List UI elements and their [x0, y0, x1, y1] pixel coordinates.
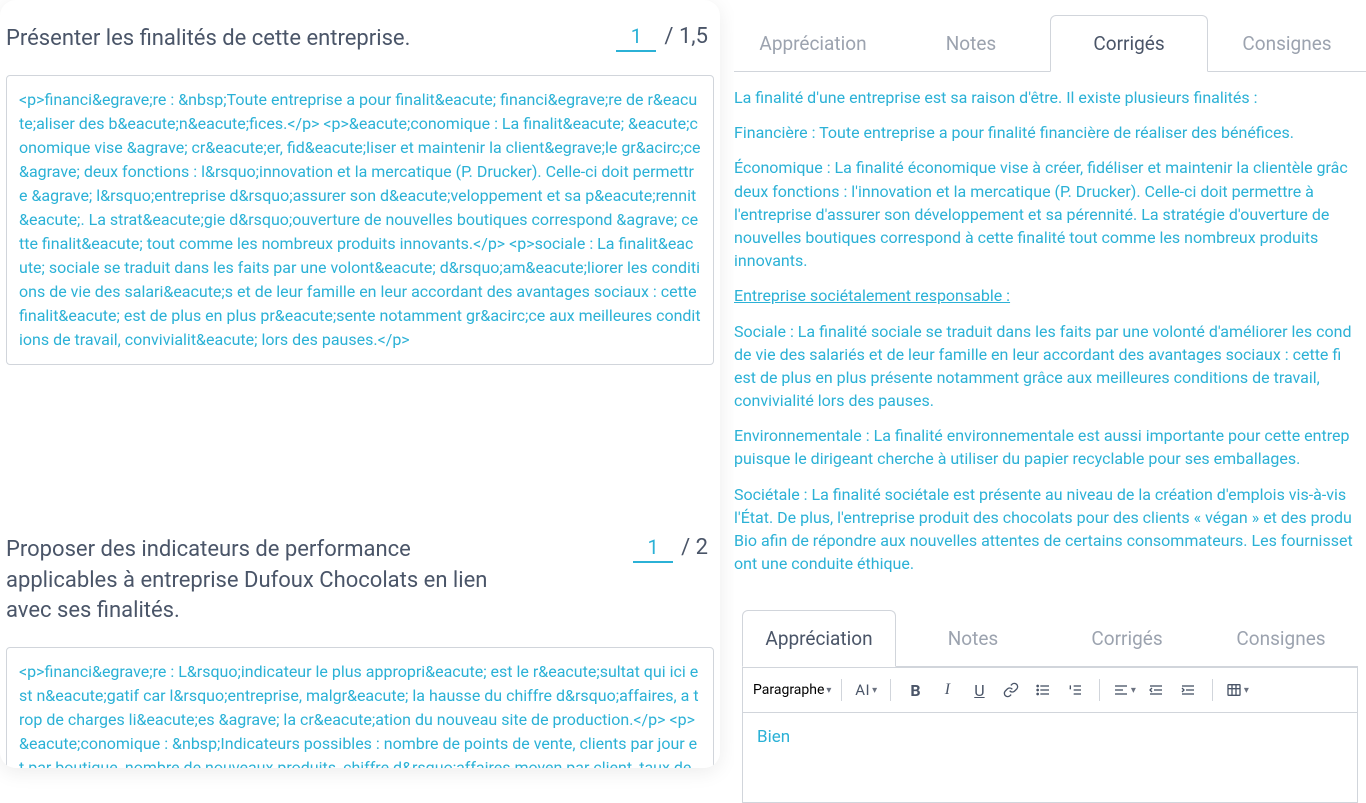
correction-p: Sociale : La finalité sociale se traduit…	[734, 320, 1366, 413]
correction-p: Sociétale : La finalité sociétale est pr…	[734, 483, 1366, 576]
question-block-2: Proposer des indicateurs de performance …	[4, 365, 716, 768]
list-ol-icon	[1067, 682, 1083, 698]
underline-button[interactable]: U	[965, 676, 993, 704]
appreciation-section: Appréciation Notes Corrigés Consignes Pa…	[734, 599, 1366, 803]
format-select[interactable]: Paragraphe ▾	[753, 682, 831, 698]
question-title: Présenter les finalités de cette entrepr…	[6, 24, 410, 55]
chevron-down-icon: ▾	[872, 685, 878, 696]
tab-corriges[interactable]: Corrigés	[1050, 610, 1204, 667]
align-button[interactable]: ▾	[1110, 676, 1138, 704]
grading-panel: Appréciation Notes Corrigés Consignes La…	[734, 0, 1366, 768]
correction-p: Entreprise sociétalement responsable :	[734, 284, 1366, 307]
correction-p: La finalité d'une entreprise est sa rais…	[734, 86, 1366, 109]
link-button[interactable]	[997, 676, 1025, 704]
divider	[841, 679, 842, 701]
indent-icon	[1180, 682, 1196, 698]
tab-notes[interactable]: Notes	[896, 610, 1050, 667]
correction-p: Environnementale : La finalité environne…	[734, 424, 1366, 470]
indent-button[interactable]	[1174, 676, 1202, 704]
score-max: / 1,5	[664, 24, 708, 49]
correction-content: La finalité d'une entreprise est sa rais…	[734, 72, 1366, 575]
chevron-down-icon: ▾	[826, 685, 831, 696]
tabs-bottom: Appréciation Notes Corrigés Consignes	[742, 609, 1358, 667]
tab-appreciation[interactable]: Appréciation	[742, 610, 896, 667]
outdent-icon	[1148, 682, 1164, 698]
correction-p: Financière : Toute entreprise a pour fin…	[734, 121, 1366, 144]
student-answers-panel: Présenter les finalités de cette entrepr…	[0, 0, 720, 768]
score-max: / 2	[681, 535, 708, 560]
table-icon	[1226, 682, 1242, 698]
question-title: Proposer des indicateurs de performance …	[6, 535, 526, 627]
bold-button[interactable]: B	[901, 676, 929, 704]
score-box: / 2	[633, 535, 708, 563]
italic-button[interactable]: I	[933, 676, 961, 704]
editor-toolbar: Paragraphe ▾ AI▾ B I U ▾	[742, 667, 1358, 713]
tab-notes[interactable]: Notes	[892, 15, 1050, 72]
question-block-1: Présenter les finalités de cette entrepr…	[4, 0, 716, 365]
ai-button[interactable]: AI▾	[852, 676, 880, 704]
score-box: / 1,5	[616, 24, 708, 52]
list-ul-icon	[1035, 682, 1051, 698]
correction-p: Économique : La finalité économique vise…	[734, 156, 1366, 272]
student-answer[interactable]: <p>financi&egrave;re : L&rsquo;indicateu…	[6, 647, 714, 768]
appreciation-editor[interactable]: Bien	[742, 713, 1358, 803]
score-input[interactable]	[616, 24, 656, 52]
chevron-down-icon: ▾	[1244, 685, 1249, 696]
bullet-list-button[interactable]	[1029, 676, 1057, 704]
tab-consignes[interactable]: Consignes	[1208, 15, 1366, 72]
question-header: Proposer des indicateurs de performance …	[4, 535, 716, 647]
tab-corriges[interactable]: Corrigés	[1050, 15, 1208, 72]
question-header: Présenter les finalités de cette entrepr…	[4, 24, 716, 75]
outdent-button[interactable]	[1142, 676, 1170, 704]
tabs-top: Appréciation Notes Corrigés Consignes	[734, 14, 1366, 72]
table-button[interactable]: ▾	[1223, 676, 1251, 704]
correction-section: Appréciation Notes Corrigés Consignes La…	[734, 0, 1366, 587]
link-icon	[1003, 682, 1019, 698]
divider	[1099, 679, 1100, 701]
divider	[890, 679, 891, 701]
tab-appreciation[interactable]: Appréciation	[734, 15, 892, 72]
align-icon	[1113, 682, 1129, 698]
tab-consignes[interactable]: Consignes	[1204, 610, 1358, 667]
numbered-list-button[interactable]	[1061, 676, 1089, 704]
divider	[1212, 679, 1213, 701]
student-answer[interactable]: <p>financi&egrave;re : &nbsp;Toute entre…	[6, 75, 714, 365]
score-input[interactable]	[633, 535, 673, 563]
chevron-down-icon: ▾	[1131, 685, 1136, 696]
